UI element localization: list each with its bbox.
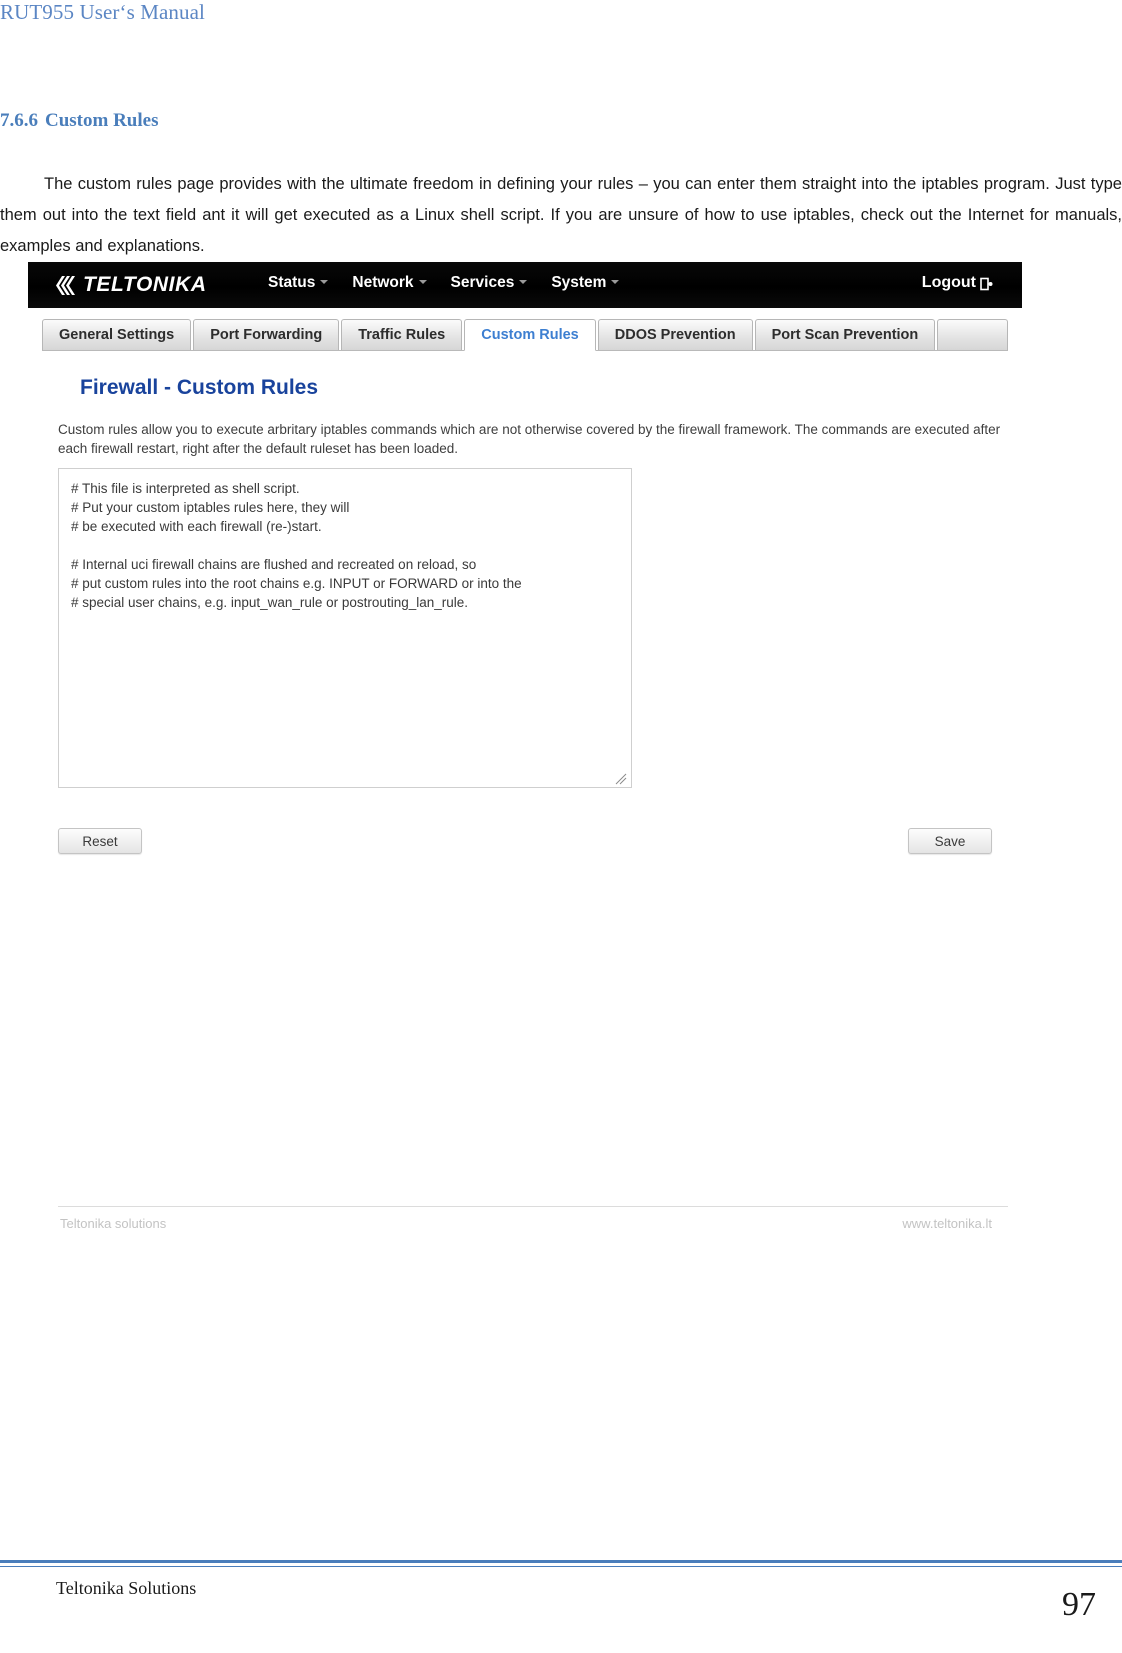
navbar-menu: Status Network Services System: [268, 274, 643, 292]
footer-left-text: Teltonika solutions: [60, 1216, 167, 1231]
chevron-down-icon: [519, 280, 528, 284]
save-button[interactable]: Save: [908, 828, 992, 854]
footer-divider: [58, 1206, 1008, 1207]
nav-item-network-label: Network: [352, 274, 414, 291]
nav-item-services[interactable]: Services: [451, 274, 542, 292]
manual-title: RUT955 User‘s Manual: [0, 0, 205, 24]
brand-name: TELTONIKA: [83, 273, 207, 296]
section-title: Custom Rules: [45, 110, 159, 131]
page-footer-label: Teltonika Solutions: [56, 1578, 197, 1598]
custom-rules-textarea[interactable]: # This file is interpreted as shell scri…: [58, 468, 632, 788]
nav-item-status[interactable]: Status: [268, 274, 342, 292]
nav-item-network[interactable]: Network: [352, 274, 440, 292]
embedded-screenshot: TELTONIKA Status Network Services System…: [28, 262, 1022, 1282]
tabstrip-filler: [937, 319, 1008, 350]
tab-general-settings[interactable]: General Settings: [42, 319, 192, 350]
panel-description: Custom rules allow you to execute arbrit…: [58, 422, 1001, 456]
firewall-tabstrip: General Settings Port Forwarding Traffic…: [42, 318, 1008, 351]
page-footer-rule-thin: [0, 1566, 1122, 1567]
teltonika-chevrons-icon: [56, 275, 81, 296]
resize-handle[interactable]: [614, 772, 628, 786]
tab-ddos-prevention[interactable]: DDOS Prevention: [597, 319, 753, 350]
tab-traffic-rules[interactable]: Traffic Rules: [341, 319, 463, 350]
chevron-down-icon: [320, 280, 329, 284]
nav-item-system-label: System: [551, 274, 607, 291]
section-heading: 7.6.6 Custom Rules: [0, 110, 158, 132]
tab-port-forwarding[interactable]: Port Forwarding: [193, 319, 340, 350]
body-paragraph: The custom rules page provides with the …: [0, 174, 1122, 255]
footer-right-link[interactable]: www.teltonika.lt: [902, 1216, 992, 1231]
document-header: RUT955 User‘s Manual: [0, 0, 1122, 34]
tab-custom-rules[interactable]: Custom Rules: [464, 319, 596, 351]
logout-button[interactable]: Logout: [922, 274, 994, 292]
section-number: 7.6.6: [0, 110, 38, 131]
chevron-down-icon: [418, 280, 427, 284]
logout-label: Logout: [921, 274, 976, 291]
page-title: Firewall - Custom Rules: [80, 376, 319, 399]
page-footer-rule: [0, 1560, 1122, 1563]
chevron-down-icon: [611, 280, 620, 284]
nav-item-status-label: Status: [268, 274, 316, 291]
nav-item-system[interactable]: System: [551, 274, 633, 292]
reset-button[interactable]: Reset: [58, 828, 142, 854]
nav-item-services-label: Services: [450, 274, 515, 291]
brand: TELTONIKA: [56, 272, 207, 298]
router-navbar: TELTONIKA Status Network Services System…: [28, 262, 1022, 308]
exit-icon: [980, 277, 994, 291]
custom-rules-panel: Firewall - Custom Rules Custom rules all…: [42, 358, 1008, 1238]
page-number: 97: [1062, 1586, 1096, 1623]
tab-port-scan-prevention[interactable]: Port Scan Prevention: [754, 319, 936, 350]
